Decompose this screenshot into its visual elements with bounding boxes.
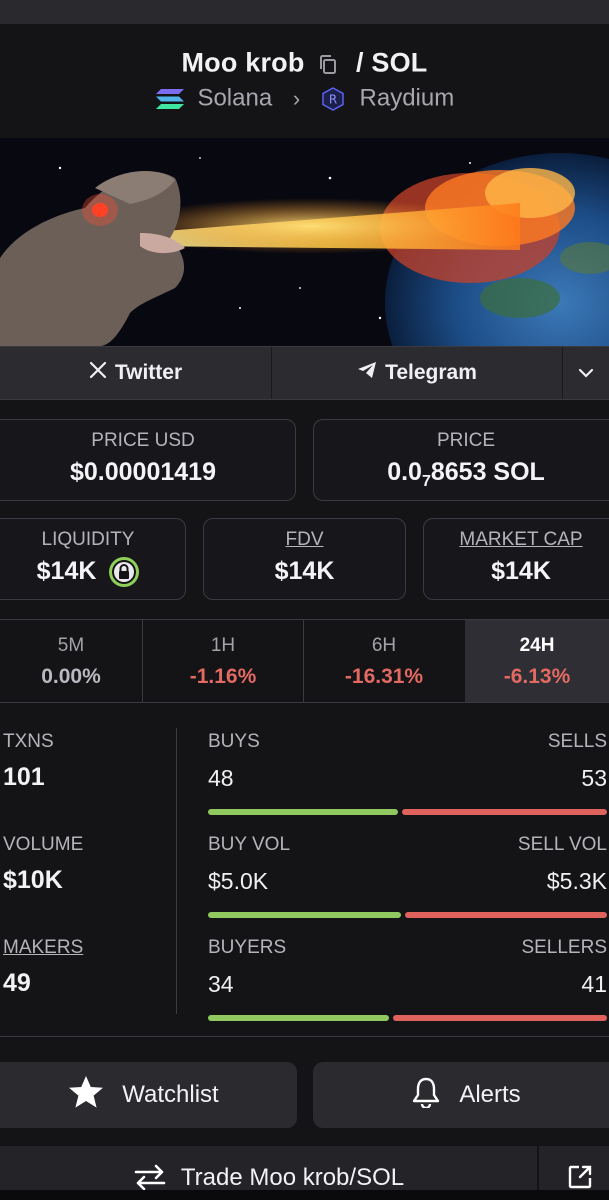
copy-icon[interactable] bbox=[318, 52, 338, 74]
twitter-link[interactable]: Twitter bbox=[0, 347, 271, 399]
price-native-label: PRICE bbox=[436, 430, 496, 451]
buy-vol-value: $5.0K bbox=[208, 868, 269, 894]
token-banner-image bbox=[0, 138, 609, 346]
buy-sell-volume-stat: BUY VOL SELL VOL $5.0K $5.3K bbox=[208, 834, 607, 924]
tab-24h-label: 24H bbox=[519, 635, 555, 656]
fdv-card[interactable]: FDV $14K bbox=[203, 518, 406, 600]
market-cap-label[interactable]: MARKET CAP bbox=[424, 529, 609, 551]
telegram-link[interactable]: Telegram bbox=[272, 347, 562, 399]
sellers-label: SELLERS bbox=[521, 937, 607, 958]
sellers-value: 41 bbox=[581, 971, 607, 997]
tab-24h[interactable]: 24H -6.13% bbox=[465, 620, 609, 702]
liquidity-label: LIQUIDITY bbox=[41, 529, 135, 550]
buys-bar bbox=[208, 809, 398, 815]
alerts-button[interactable]: Alerts bbox=[313, 1062, 609, 1128]
status-strip bbox=[0, 0, 609, 24]
watchlist-label: Watchlist bbox=[122, 1081, 219, 1108]
raydium-logo-icon: R bbox=[321, 86, 345, 111]
stats-divider bbox=[176, 728, 177, 1014]
tab-1h[interactable]: 1H -1.16% bbox=[143, 620, 303, 702]
makers-stat: MAKERS 49 bbox=[3, 937, 83, 998]
price-usd-card: PRICE USD $0.00001419 bbox=[0, 419, 296, 501]
star-icon bbox=[68, 1075, 104, 1116]
tab-1h-change: -1.16% bbox=[189, 665, 257, 688]
pair-title: Moo krob / SOL bbox=[0, 46, 609, 78]
sells-label: SELLS bbox=[547, 731, 607, 752]
fdv-value: $14K bbox=[274, 557, 335, 585]
telegram-label: Telegram bbox=[385, 361, 477, 384]
liquidity-value-row: $14K bbox=[0, 557, 185, 588]
bell-icon bbox=[411, 1076, 441, 1115]
alerts-label: Alerts bbox=[459, 1081, 521, 1108]
dex-link[interactable]: Raydium bbox=[360, 85, 455, 112]
tab-5m-label: 5M bbox=[57, 635, 85, 656]
twitter-label: Twitter bbox=[114, 361, 183, 384]
txns-stat: TXNS 101 bbox=[3, 731, 54, 792]
chain-link[interactable]: Solana bbox=[197, 85, 272, 112]
tab-6h[interactable]: 6H -16.31% bbox=[304, 620, 464, 702]
section-divider bbox=[0, 1036, 609, 1037]
buys-value: 48 bbox=[208, 765, 234, 791]
volume-stat: VOLUME $10K bbox=[3, 834, 83, 895]
svg-text:R: R bbox=[329, 92, 337, 106]
makers-label[interactable]: MAKERS bbox=[3, 937, 83, 959]
sell-vol-value: $5.3K bbox=[546, 868, 607, 894]
solana-logo-icon bbox=[155, 87, 185, 111]
buys-sells-stat: BUYS SELLS 48 53 bbox=[208, 731, 607, 821]
buy-vol-bar bbox=[208, 912, 401, 918]
more-links-dropdown[interactable] bbox=[563, 347, 609, 399]
trade-label: Trade Moo krob/SOL bbox=[180, 1164, 405, 1191]
buyers-label: BUYERS bbox=[208, 937, 287, 958]
buyers-sellers-stat: BUYERS SELLERS 34 41 bbox=[208, 937, 607, 1027]
sells-bar bbox=[402, 809, 607, 815]
x-twitter-icon bbox=[89, 361, 107, 385]
buy-vol-label: BUY VOL bbox=[208, 834, 291, 855]
trade-stats: TXNS 101 BUYS SELLS 48 53 VOLUME $10K BU… bbox=[0, 720, 609, 1021]
volume-value: $10K bbox=[3, 866, 63, 894]
bottom-edge bbox=[0, 1190, 609, 1200]
sellers-bar bbox=[393, 1015, 607, 1021]
chevron-down-icon bbox=[577, 361, 595, 385]
tab-5m[interactable]: 5M 0.00% bbox=[0, 620, 142, 702]
price-usd-label: PRICE USD bbox=[91, 430, 195, 451]
market-cap-value: $14K bbox=[491, 557, 551, 585]
chevron-right-icon: › bbox=[292, 85, 301, 111]
token-name: Moo krob bbox=[181, 47, 305, 78]
pair-header: Moo krob / SOL Solana › R Raydium bbox=[0, 24, 609, 138]
tab-6h-label: 6H bbox=[371, 635, 397, 656]
buyers-value: 34 bbox=[208, 971, 234, 997]
quote-symbol: / SOL bbox=[355, 47, 428, 78]
timeframe-tabs: 5M 0.00% 1H -1.16% 6H -16.31% 24H -6.13% bbox=[0, 619, 609, 703]
tab-6h-change: -16.31% bbox=[344, 665, 424, 688]
fdv-label[interactable]: FDV bbox=[204, 529, 405, 551]
watchlist-button[interactable]: Watchlist bbox=[0, 1062, 297, 1128]
lock-icon[interactable] bbox=[109, 557, 140, 588]
sell-vol-bar bbox=[405, 912, 607, 918]
volume-label: VOLUME bbox=[3, 834, 84, 855]
liquidity-value: $14K bbox=[36, 557, 97, 585]
telegram-icon bbox=[357, 361, 377, 385]
tab-1h-label: 1H bbox=[210, 635, 236, 656]
price-usd-value: $0.00001419 bbox=[70, 458, 216, 486]
price-native-value: 0.078653 SOL bbox=[387, 458, 545, 490]
buys-label: BUYS bbox=[208, 731, 260, 752]
txns-label: TXNS bbox=[3, 731, 54, 752]
sells-value: 53 bbox=[581, 765, 607, 791]
makers-value: 49 bbox=[3, 969, 31, 997]
txns-value: 101 bbox=[3, 763, 45, 791]
tab-5m-change: 0.00% bbox=[41, 665, 101, 688]
market-cap-card[interactable]: MARKET CAP $14K bbox=[423, 518, 609, 600]
liquidity-card: LIQUIDITY $14K bbox=[0, 518, 186, 600]
tab-24h-change: -6.13% bbox=[503, 665, 571, 688]
sell-vol-label: SELL VOL bbox=[517, 834, 607, 855]
social-links-bar: Twitter Telegram bbox=[0, 346, 609, 400]
chain-breadcrumb: Solana › R Raydium bbox=[0, 84, 609, 113]
price-native-card: PRICE 0.078653 SOL bbox=[313, 419, 609, 501]
buyers-bar bbox=[208, 1015, 389, 1021]
